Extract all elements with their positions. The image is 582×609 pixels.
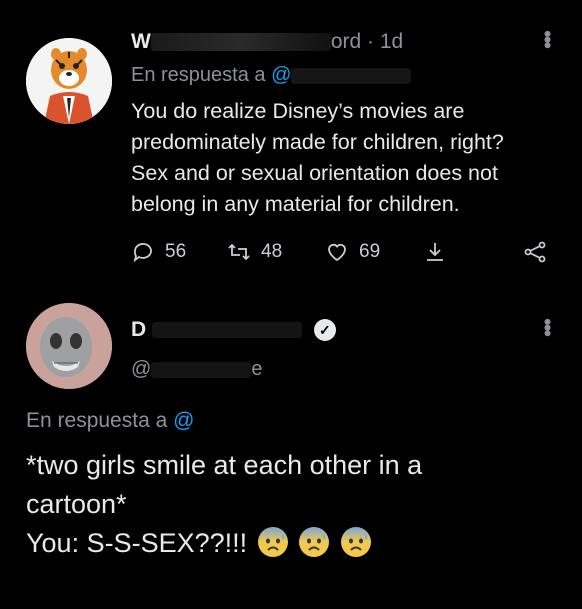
redacted-block — [291, 67, 412, 84]
avatar[interactable] — [26, 303, 112, 389]
reply-handle-link[interactable]: @ — [271, 64, 291, 86]
redacted-block — [152, 322, 303, 339]
author-handle[interactable]: @ e — [131, 358, 262, 381]
share-button[interactable] — [423, 240, 447, 264]
redacted-block — [150, 33, 331, 52]
action-bar: 56 48 69 — [131, 240, 561, 270]
reply-count: 56 — [165, 241, 187, 262]
reply-icon — [133, 243, 152, 263]
handle-suffix: e — [251, 358, 263, 380]
reply-prefix: En respuesta a — [26, 409, 168, 432]
author-handle[interactable]: ord — [331, 30, 361, 53]
author-name[interactable]: D — [131, 318, 146, 341]
share-icon — [427, 243, 443, 261]
tweet-text: *two girls smile at each other in a cart… — [26, 446, 566, 563]
tweet-line: You: S-S-SEX??!!! — [26, 528, 248, 558]
tweet-text: You do realize Disney’s movies are predo… — [131, 96, 561, 220]
tweet-line: Sex and or sexual orientation does not — [131, 161, 498, 185]
tweet-header: D ✓ — [131, 318, 336, 342]
anxious-face-with-sweat-emoji — [257, 527, 288, 557]
tweet-line-with-emoji: You: S-S-SEX??!!! — [26, 524, 566, 563]
anxious-face-with-sweat-emoji — [299, 527, 330, 557]
share-network-icon — [524, 241, 546, 263]
retweet-button[interactable]: 48 — [227, 240, 282, 264]
reply-prefix: En respuesta a — [131, 64, 266, 86]
more-icon[interactable]: ••• — [534, 318, 560, 335]
retweet-icon — [228, 243, 250, 261]
avatar[interactable] — [26, 38, 112, 124]
more-icon[interactable]: ••• — [534, 30, 560, 47]
tweet-line: You do realize Disney’s movies are — [131, 99, 465, 123]
retweet-count: 48 — [261, 241, 283, 262]
reply-button[interactable]: 56 — [131, 240, 186, 264]
tweet-line: *two girls smile at each other in a — [26, 450, 423, 480]
like-count: 69 — [359, 241, 381, 262]
reply-context: En respuesta a @ — [131, 64, 412, 87]
reply-handle-link[interactable]: @ — [173, 409, 194, 432]
verified-badge-icon: ✓ — [313, 319, 336, 342]
tweet-header: Word · 1d — [131, 30, 403, 54]
author-name[interactable]: W — [131, 30, 151, 53]
redacted-block — [151, 361, 252, 378]
tweet-line: predominately made for children, right? — [131, 130, 504, 154]
heart-icon — [328, 243, 346, 262]
like-button[interactable]: 69 — [325, 240, 380, 264]
anxious-face-with-sweat-emoji — [340, 527, 371, 557]
reply-context: En respuesta a @ — [26, 409, 194, 433]
tweet-line: belong in any material for children. — [131, 192, 460, 216]
share-network-button[interactable] — [523, 240, 547, 264]
timestamp[interactable]: · 1d — [367, 30, 403, 53]
tweet-line: cartoon* — [26, 489, 127, 519]
handle-prefix: @ — [131, 358, 152, 380]
